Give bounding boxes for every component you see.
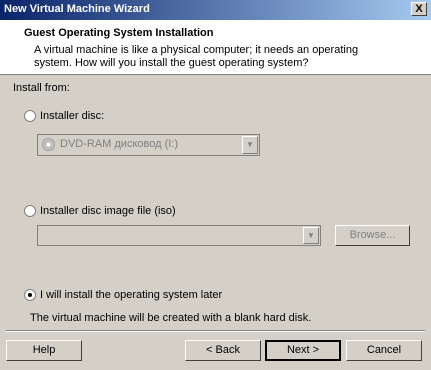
radio-selected-dot xyxy=(28,293,32,297)
dvd-drive-icon xyxy=(42,138,55,151)
browse-button[interactable]: Browse... xyxy=(335,225,410,246)
install-later-label[interactable]: I will install the operating system late… xyxy=(40,289,222,301)
page-title: Guest Operating System Installation xyxy=(24,27,214,39)
page-description: A virtual machine is like a physical com… xyxy=(34,44,359,69)
disc-drive-value: DVD-RAM дисковод (I:) xyxy=(60,138,179,150)
help-button[interactable]: Help xyxy=(6,340,82,361)
radio-iso-image[interactable] xyxy=(24,205,36,217)
disc-drive-dropdown[interactable]: DVD-RAM дисковод (I:) ▼ xyxy=(37,134,260,156)
chevron-down-icon[interactable]: ▼ xyxy=(242,136,258,154)
radio-installer-disc[interactable] xyxy=(24,110,36,122)
window-title: New Virtual Machine Wizard xyxy=(4,3,150,15)
title-bar[interactable]: New Virtual Machine Wizard X xyxy=(0,0,431,20)
installer-disc-label[interactable]: Installer disc: xyxy=(40,110,104,122)
back-button[interactable]: < Back xyxy=(185,340,261,361)
install-later-note: The virtual machine will be created with… xyxy=(30,312,312,324)
radio-install-later[interactable] xyxy=(24,289,36,301)
install-from-label: Install from: xyxy=(13,82,70,94)
cancel-button[interactable]: Cancel xyxy=(346,340,422,361)
wizard-header: Guest Operating System Installation A vi… xyxy=(0,20,431,75)
iso-image-label[interactable]: Installer disc image file (iso) xyxy=(40,205,176,217)
iso-path-dropdown[interactable]: ▼ xyxy=(37,225,321,246)
close-button[interactable]: X xyxy=(411,2,427,16)
footer-separator xyxy=(6,330,425,332)
chevron-down-icon[interactable]: ▼ xyxy=(303,227,319,244)
wizard-window: New Virtual Machine Wizard X Guest Opera… xyxy=(0,0,431,370)
next-button[interactable]: Next > xyxy=(265,340,341,361)
